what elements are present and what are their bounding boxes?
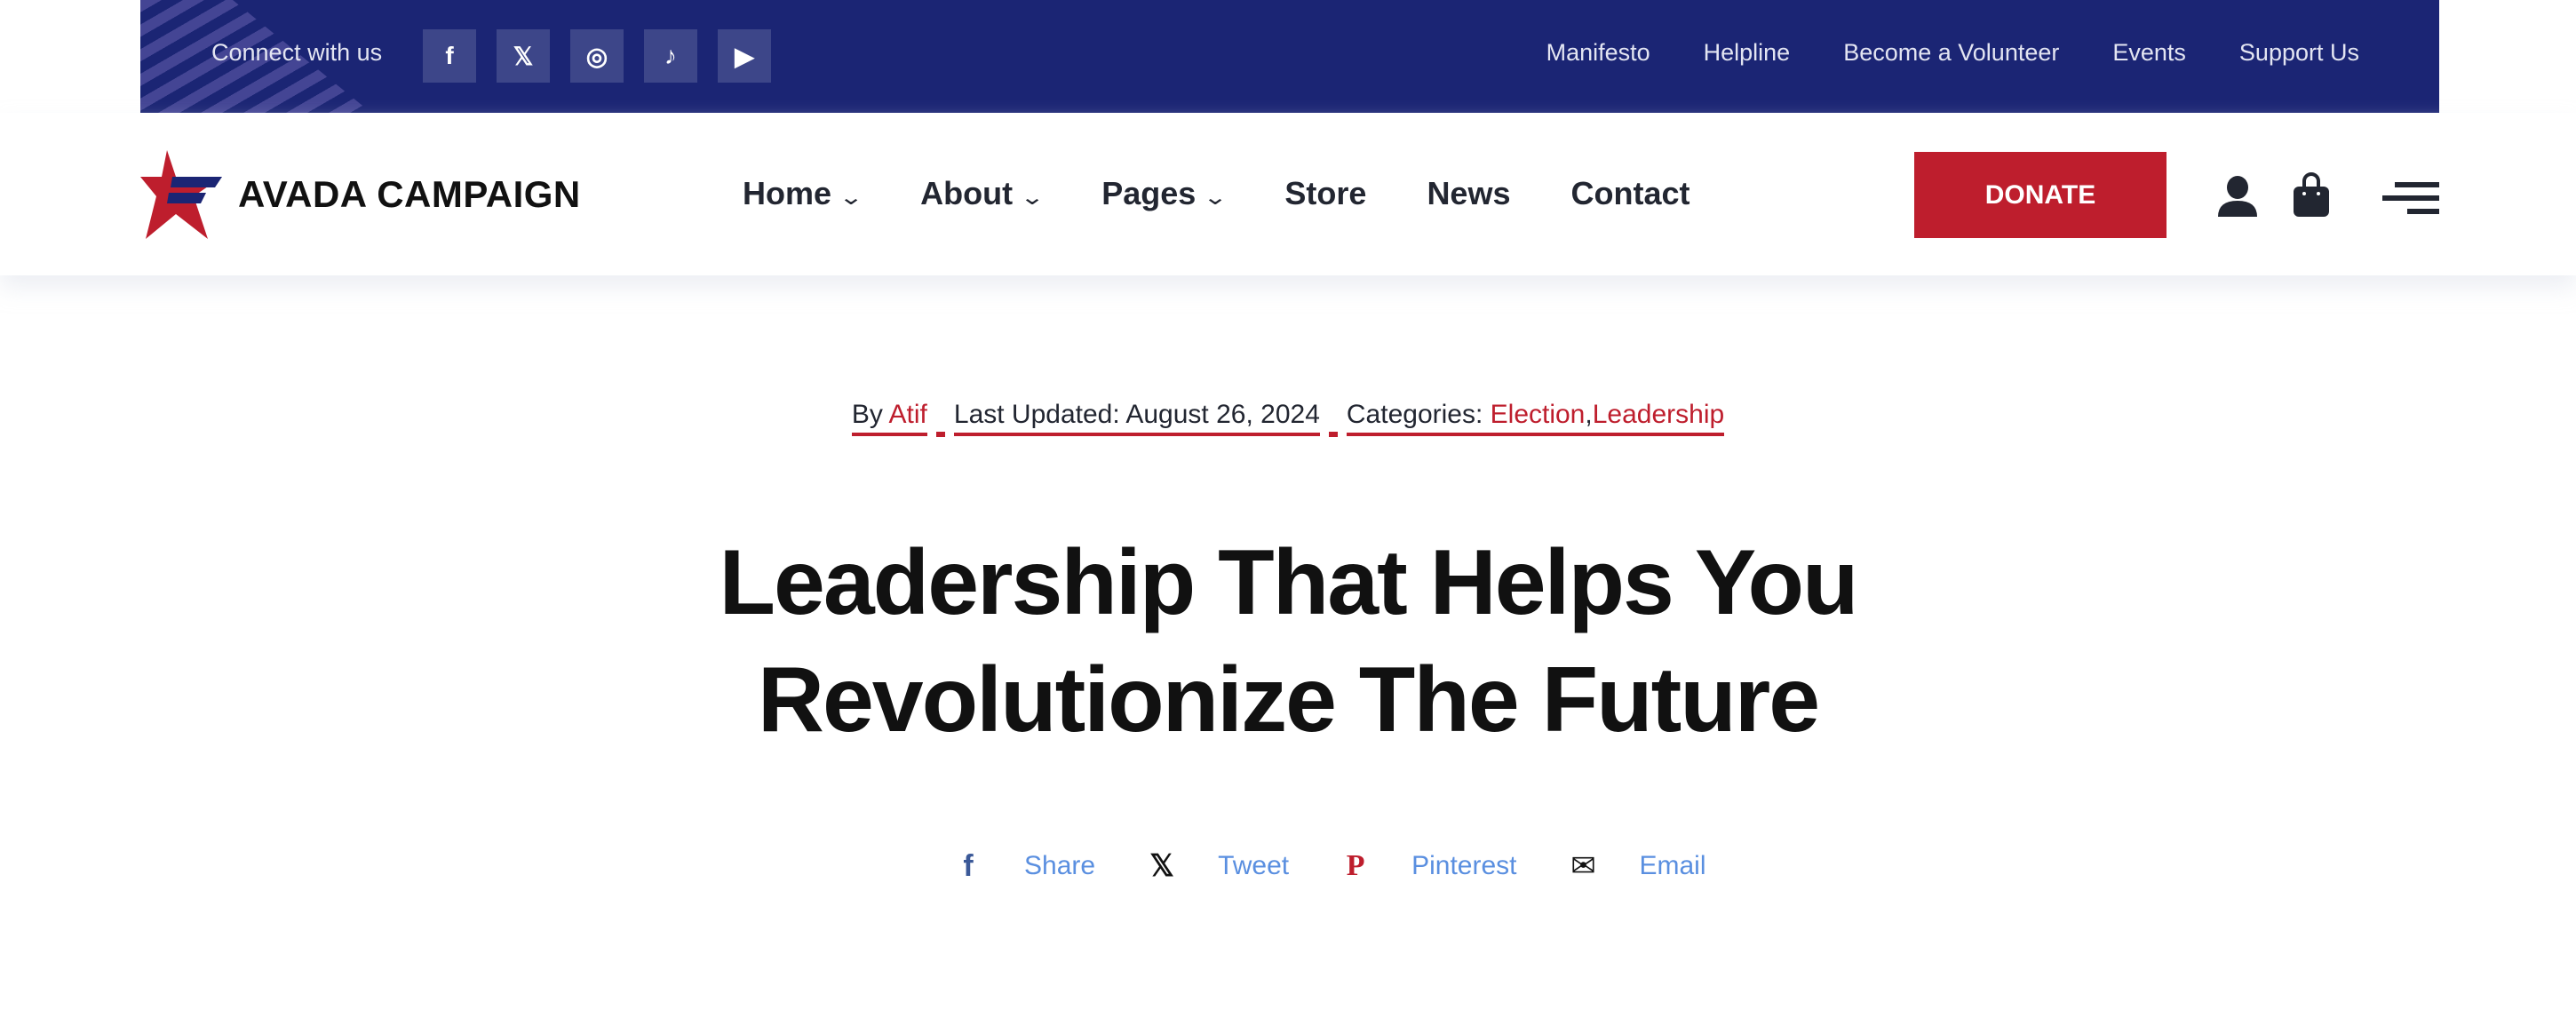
post-title: Leadership That Helps You Revolutionize … — [0, 524, 2576, 759]
shopping-bag-icon[interactable] — [2294, 172, 2329, 217]
hamburger-menu-icon[interactable] — [2382, 180, 2439, 216]
logo[interactable]: AVADA CAMPAIGN — [140, 150, 581, 239]
categories-meta: Categories: Election,Leadership — [1346, 400, 1725, 436]
chevron-down-icon: ⌄ — [1203, 186, 1228, 210]
nav-contact[interactable]: Contact — [1570, 175, 1690, 212]
top-link-helpline[interactable]: Helpline — [1704, 39, 1791, 67]
pinterest-icon: P — [1346, 849, 1365, 882]
top-link-events[interactable]: Events — [2112, 39, 2186, 67]
separator-dot — [1328, 432, 1338, 437]
chevron-down-icon: ⌄ — [839, 186, 864, 210]
top-links: Manifesto Helpline Become a Volunteer Ev… — [1546, 39, 2359, 67]
share-tweet[interactable]: 𝕏 Tweet — [1140, 848, 1289, 884]
top-link-support[interactable]: Support Us — [2239, 39, 2359, 67]
top-link-volunteer[interactable]: Become a Volunteer — [1843, 39, 2059, 67]
facebook-icon: f — [963, 848, 974, 883]
top-bar: Connect with us f 𝕏 ◎ ♪ ▶ Manifesto Help… — [140, 0, 2439, 113]
x-icon: 𝕏 — [1149, 849, 1174, 883]
category-election[interactable]: Election — [1491, 400, 1586, 429]
main-nav: Home ⌄ About ⌄ Pages ⌄ Store News Contact — [743, 175, 1690, 212]
post-meta: By Atif Last Updated: August 26, 2024 Cate… — [0, 400, 2576, 437]
facebook-icon[interactable]: f — [423, 29, 476, 83]
nav-label: Pages — [1101, 175, 1197, 211]
logo-text: AVADA CAMPAIGN — [238, 173, 581, 215]
nav-label: Home — [743, 175, 832, 211]
x-icon[interactable]: 𝕏 — [497, 29, 550, 83]
share-bar: f Share 𝕏 Tweet P Pinterest ✉ Email — [946, 848, 1751, 884]
share-label: Share — [1024, 851, 1096, 880]
user-account-icon[interactable] — [2217, 176, 2258, 217]
author-link[interactable]: Atif — [889, 400, 927, 429]
categories-label: Categories: — [1346, 400, 1491, 429]
title-line-2: Revolutionize The Future — [757, 648, 1820, 752]
donate-button[interactable]: DONATE — [1914, 152, 2167, 238]
category-leadership[interactable]: Leadership — [1593, 400, 1724, 429]
instagram-icon[interactable]: ◎ — [570, 29, 624, 83]
title-line-1: Leadership That Helps You — [719, 531, 1858, 634]
share-email[interactable]: ✉ Email — [1562, 848, 1706, 884]
youtube-icon[interactable]: ▶ — [718, 29, 771, 83]
share-pinterest[interactable]: P Pinterest — [1333, 849, 1517, 883]
category-separator: , — [1585, 400, 1593, 429]
separator-dot — [935, 432, 945, 437]
nav-about[interactable]: About ⌄ — [920, 175, 1045, 212]
share-label: Pinterest — [1411, 851, 1517, 880]
nav-pages[interactable]: Pages ⌄ — [1101, 175, 1228, 212]
share-label: Tweet — [1218, 851, 1290, 880]
by-label: By — [851, 400, 889, 429]
tiktok-icon[interactable]: ♪ — [644, 29, 697, 83]
last-updated: Last Updated: August 26, 2024 — [953, 400, 1320, 436]
email-icon: ✉ — [1570, 849, 1596, 883]
connect-label: Connect with us — [211, 39, 383, 66]
nav-home[interactable]: Home ⌄ — [743, 175, 864, 212]
main-header: AVADA CAMPAIGN Home ⌄ About ⌄ Pages ⌄ Store… — [0, 113, 2576, 275]
share-facebook[interactable]: f Share — [946, 849, 1095, 884]
author-meta: By Atif — [851, 400, 927, 436]
star-logo-icon — [140, 150, 222, 239]
nav-news[interactable]: News — [1427, 175, 1510, 212]
share-label: Email — [1639, 851, 1706, 880]
chevron-down-icon: ⌄ — [1020, 186, 1046, 210]
social-links: f 𝕏 ◎ ♪ ▶ — [423, 29, 771, 83]
nav-label: About — [920, 175, 1014, 211]
top-link-manifesto[interactable]: Manifesto — [1546, 39, 1650, 67]
nav-store[interactable]: Store — [1284, 175, 1366, 212]
